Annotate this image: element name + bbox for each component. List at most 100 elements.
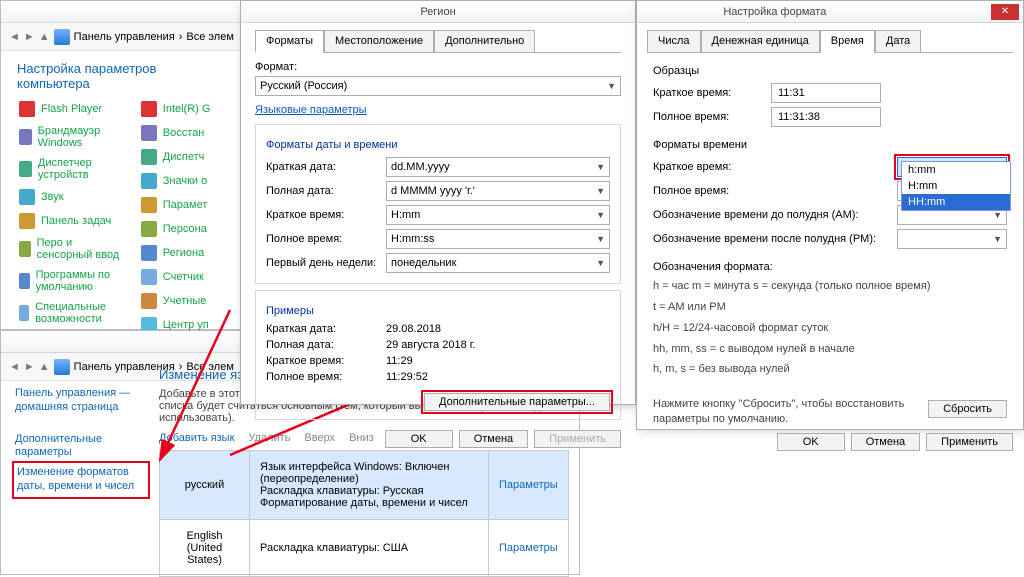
- cp-item[interactable]: Персона: [137, 219, 231, 239]
- cp-item[interactable]: Региона: [137, 243, 231, 263]
- cp-item-link[interactable]: Региона: [163, 247, 204, 259]
- format-tab[interactable]: Числа: [647, 30, 701, 53]
- cp-item-link[interactable]: Брандмауэр Windows: [38, 125, 125, 149]
- nav-up-icon[interactable]: ▲: [39, 31, 50, 43]
- dropdown-option[interactable]: HH:mm: [902, 194, 1010, 210]
- language-row[interactable]: English (United States)Раскладка клавиат…: [160, 520, 569, 577]
- cp-item[interactable]: Программы по умолчанию: [15, 267, 129, 295]
- breadcrumb-current[interactable]: Все элем: [186, 31, 233, 43]
- format-cancel-button[interactable]: Отмена: [851, 433, 920, 451]
- cp-item-link[interactable]: Счетчик: [163, 271, 204, 283]
- cp-item[interactable]: Диспетч: [137, 147, 231, 167]
- breadcrumb-root[interactable]: Панель управления: [74, 31, 175, 43]
- region-tab[interactable]: Форматы: [255, 30, 324, 53]
- add-language-button[interactable]: Добавить язык: [159, 432, 234, 444]
- cp-item[interactable]: Учетные: [137, 291, 231, 311]
- cp-item-link[interactable]: Диспетчер устройств: [38, 157, 125, 181]
- side-home-link[interactable]: Панель управления — домашняя страница: [15, 387, 147, 415]
- cp-item[interactable]: Значки о: [137, 171, 231, 191]
- lang-param-link[interactable]: Параметры: [499, 479, 558, 491]
- region-titlebar[interactable]: Регион: [241, 1, 635, 23]
- am-label: Обозначение времени до полудня (AM):: [653, 209, 897, 221]
- field-select[interactable]: dd.MM.yyyy▼: [386, 157, 610, 177]
- format-select[interactable]: Русский (Россия) ▼: [255, 76, 621, 96]
- field-label: Полное время:: [266, 233, 386, 245]
- field-label: Первый день недели:: [266, 257, 386, 269]
- pm-select[interactable]: ▼: [897, 229, 1007, 249]
- reset-button[interactable]: Сбросить: [928, 400, 1007, 418]
- cp-item-link[interactable]: Панель задач: [41, 215, 111, 227]
- cp-item[interactable]: Брандмауэр Windows: [15, 123, 129, 151]
- field-select[interactable]: H:mm:ss▼: [386, 229, 610, 249]
- cp-item-link[interactable]: Перо и сенсорный ввод: [37, 237, 125, 261]
- format-apply-button[interactable]: Применить: [926, 433, 1013, 451]
- lang-param-cell: Параметры: [489, 520, 569, 577]
- cp-item-link[interactable]: Персона: [163, 223, 207, 235]
- format-titlebar[interactable]: Настройка формата ✕: [637, 1, 1023, 23]
- cp-item[interactable]: Flash Player: [15, 99, 129, 119]
- region-tab[interactable]: Дополнительно: [434, 30, 535, 53]
- cp-item-link[interactable]: Учетные: [163, 295, 207, 307]
- nav-fwd-icon[interactable]: ►: [24, 361, 35, 373]
- cp-item[interactable]: Диспетчер устройств: [15, 155, 129, 183]
- field-label: Краткое время:: [266, 209, 386, 221]
- cp-item-icon: [141, 269, 157, 285]
- format-tab[interactable]: Денежная единица: [701, 30, 820, 53]
- cp-item[interactable]: Intel(R) G: [137, 99, 231, 119]
- cp1-titlebar[interactable]: [1, 1, 245, 23]
- lang-param-link[interactable]: Параметры: [499, 542, 558, 554]
- cp-item-icon: [141, 125, 157, 141]
- cp-item-link[interactable]: Звук: [41, 191, 64, 203]
- chevron-down-icon: ▼: [596, 210, 605, 220]
- cp-item[interactable]: Панель задач: [15, 211, 129, 231]
- cp-item-link[interactable]: Диспетч: [163, 151, 205, 163]
- close-icon[interactable]: ✕: [991, 4, 1019, 20]
- cp-item[interactable]: Перо и сенсорный ввод: [15, 235, 129, 263]
- cp-item-link[interactable]: Flash Player: [41, 103, 102, 115]
- short-time-dropdown[interactable]: h:mmH:mmHH:mm: [901, 161, 1011, 211]
- full-time-label: Полное время:: [653, 185, 771, 197]
- nav-up-icon[interactable]: ▲: [39, 361, 50, 373]
- samples-title: Образцы: [653, 65, 1007, 77]
- cp-item-link[interactable]: Восстан: [163, 127, 205, 139]
- format-ok-button[interactable]: OK: [777, 433, 845, 451]
- dropdown-option[interactable]: H:mm: [902, 178, 1010, 194]
- dropdown-option[interactable]: h:mm: [902, 162, 1010, 178]
- chevron-down-icon: ▼: [596, 258, 605, 268]
- additional-params-button[interactable]: Дополнительные параметры...: [424, 393, 610, 411]
- language-row[interactable]: русскийЯзык интерфейса Windows: Включен …: [160, 451, 569, 520]
- cp-item[interactable]: Звук: [15, 187, 129, 207]
- field-select[interactable]: понедельник▼: [386, 253, 610, 273]
- field-select[interactable]: d MMMM yyyy 'г.'▼: [386, 181, 610, 201]
- cp1-breadcrumb[interactable]: ◄ ► ▲ Панель управления › Все элем: [1, 23, 245, 51]
- nav-back-icon[interactable]: ◄: [9, 31, 20, 43]
- lang-param-cell: Параметры: [489, 451, 569, 520]
- cp-item-link[interactable]: Intel(R) G: [163, 103, 211, 115]
- side-link[interactable]: Дополнительные параметры: [15, 433, 147, 461]
- cp-item[interactable]: Счетчик: [137, 267, 231, 287]
- lang-details-cell: Раскладка клавиатуры: США: [250, 520, 489, 577]
- region-apply-button[interactable]: Применить: [534, 430, 621, 448]
- cp-item[interactable]: Парамет: [137, 195, 231, 215]
- cp-item-icon: [141, 149, 157, 165]
- cp-item-link[interactable]: Специальные возможности: [35, 301, 125, 325]
- control-panel-window: ◄ ► ▲ Панель управления › Все элем Настр…: [0, 0, 246, 330]
- region-cancel-button[interactable]: Отмена: [459, 430, 528, 448]
- cp-item-link[interactable]: Значки о: [163, 175, 207, 187]
- language-params-link[interactable]: Языковые параметры: [255, 104, 621, 116]
- cp-item[interactable]: Восстан: [137, 123, 231, 143]
- cp-item-icon: [141, 101, 157, 117]
- region-tab[interactable]: Местоположение: [324, 30, 434, 53]
- cp-item[interactable]: Специальные возможности: [15, 299, 129, 327]
- format-tab[interactable]: Дата: [875, 30, 921, 53]
- format-settings-dialog: Настройка формата ✕ ЧислаДенежная единиц…: [636, 0, 1024, 430]
- cp-item-link[interactable]: Парамет: [163, 199, 208, 211]
- nav-fwd-icon[interactable]: ►: [24, 31, 35, 43]
- cp-item-link[interactable]: Программы по умолчанию: [36, 269, 125, 293]
- cp-item-icon: [141, 197, 157, 213]
- field-select[interactable]: H:mm▼: [386, 205, 610, 225]
- nav-back-icon[interactable]: ◄: [9, 361, 20, 373]
- format-tab[interactable]: Время: [820, 30, 875, 53]
- side-link[interactable]: Изменение форматов даты, времени и чисел: [15, 464, 147, 496]
- region-ok-button[interactable]: OK: [385, 430, 453, 448]
